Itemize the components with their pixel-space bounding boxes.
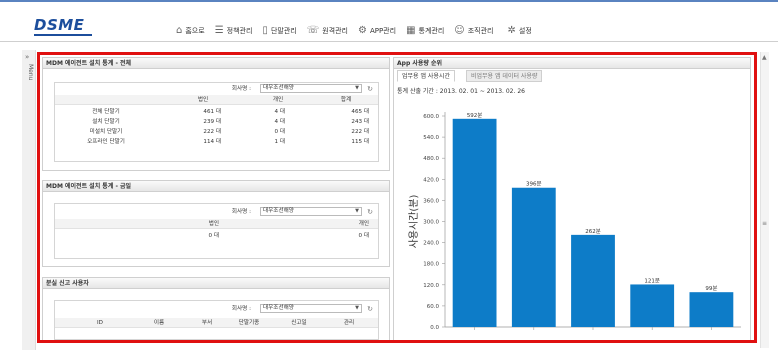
nav-label: 단말관리 (270, 27, 297, 35)
nav-item-org[interactable]: ☺ 조직관리 (454, 24, 493, 38)
main-nav: ⌂ 홈으로 ☰ 정책관리 ▯ 단말관리 ☏ 원격관리 ⚙ APP관리 ▦ 통계관… (176, 24, 532, 38)
device-icon: ▯ (262, 25, 268, 36)
nav-item-remote[interactable]: ☏ 원격관리 (307, 24, 348, 38)
app-icon: ⚙ (357, 25, 367, 36)
expand-arrow-icon[interactable]: » (25, 53, 29, 61)
nav-label: 설정 (518, 27, 532, 35)
nav-item-settings[interactable]: ✲ 설정 (508, 24, 532, 38)
nav-item-home[interactable]: ⌂ 홈으로 (176, 24, 205, 38)
nav-item-stats[interactable]: ▦ 통계관리 (406, 24, 444, 38)
header-bar: DSME ⌂ 홈으로 ☰ 정책관리 ▯ 단말관리 ☏ 원격관리 ⚙ APP관리 (0, 2, 778, 42)
remote-icon: ☏ (306, 25, 320, 36)
app-window: DSME ⌂ 홈으로 ☰ 정책관리 ▯ 단말관리 ☏ 원격관리 ⚙ APP관리 (0, 0, 778, 359)
nav-label: APP관리 (369, 27, 397, 35)
nav-label: 조직관리 (467, 27, 494, 35)
scroll-up-arrow-icon[interactable]: ▲ (762, 54, 767, 61)
nav-label: 정책관리 (226, 27, 253, 35)
nav-item-device[interactable]: ▯ 단말관리 (262, 24, 296, 38)
policy-icon: ☰ (214, 25, 224, 36)
dsme-logo[interactable]: DSME (34, 16, 84, 34)
highlight-frame (37, 52, 757, 343)
nav-label: 홈으로 (185, 27, 205, 35)
scroll-grip-icon[interactable]: ≡ (762, 220, 767, 227)
vertical-scrollbar[interactable]: ▲ ≡ (760, 52, 769, 348)
settings-icon: ✲ (507, 25, 516, 36)
nav-label: 통계관리 (418, 27, 445, 35)
home-icon: ⌂ (176, 25, 183, 36)
nav-item-policy[interactable]: ☰ 정책관리 (215, 24, 253, 38)
nav-label: 원격관리 (322, 27, 348, 35)
stats-icon: ▦ (406, 25, 416, 36)
nav-item-app[interactable]: ⚙ APP관리 (358, 24, 396, 38)
menu-rail[interactable]: » Menu (22, 50, 36, 350)
logo-underline (34, 34, 92, 36)
org-icon: ☺ (454, 25, 465, 36)
menu-rail-label: Menu (27, 64, 34, 81)
